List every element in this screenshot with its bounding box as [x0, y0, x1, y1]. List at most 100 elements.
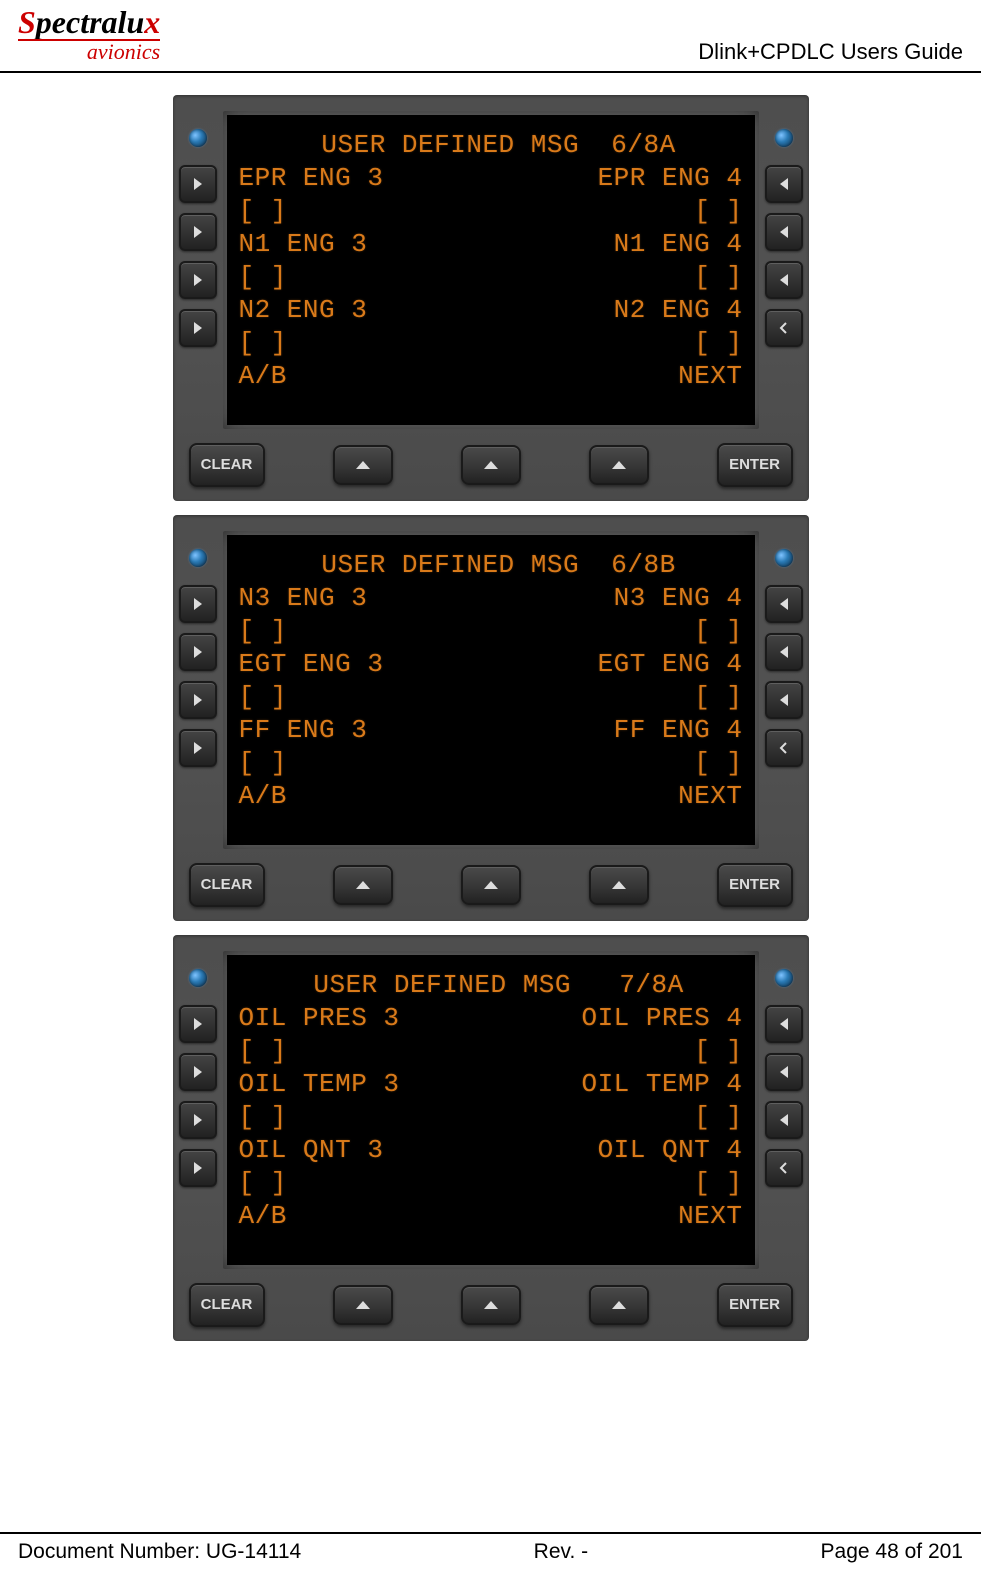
next-label: NEXT — [678, 780, 742, 813]
lsk-right-3[interactable] — [765, 261, 803, 299]
back-chevron-icon — [776, 1160, 792, 1176]
field: [ ] — [694, 261, 742, 294]
up-button-3[interactable] — [589, 865, 649, 905]
lsk-right-2[interactable] — [765, 213, 803, 251]
enter-button[interactable]: ENTER — [717, 1283, 793, 1327]
document-title: Dlink+CPDLC Users Guide — [698, 39, 963, 65]
logo-wordmark: Spectralux — [18, 8, 160, 37]
lsk-left-2[interactable] — [179, 633, 217, 671]
next-label: NEXT — [678, 1200, 742, 1233]
lsk-left-3[interactable] — [179, 261, 217, 299]
label: OIL TEMP 4 — [581, 1068, 742, 1101]
field: [ ] — [239, 1101, 287, 1134]
clear-button[interactable]: CLEAR — [189, 443, 265, 487]
brand-logo: Spectralux avionics — [18, 8, 160, 65]
cdu-device: USER DEFINED MSG 7/8A OIL PRES 3 OIL PRES… — [173, 935, 809, 1341]
label: EGT ENG 4 — [598, 648, 743, 681]
field: [ ] — [694, 747, 742, 780]
lsk-left-1[interactable] — [179, 585, 217, 623]
triangle-up-icon — [610, 459, 628, 471]
screen-title: USER DEFINED MSG 6/8B — [305, 549, 675, 582]
lsk-right-1[interactable] — [765, 1005, 803, 1043]
label: EPR ENG 4 — [598, 162, 743, 195]
label: OIL QNT 3 — [239, 1134, 384, 1167]
cdu-device: USER DEFINED MSG 6/8B N3 ENG 3N3 ENG 4 [… — [173, 515, 809, 921]
screen-title: USER DEFINED MSG 7/8A — [297, 969, 683, 1002]
back-chevron-icon — [776, 740, 792, 756]
field: [ ] — [239, 615, 287, 648]
right-side-keys — [765, 111, 803, 429]
up-button-2[interactable] — [461, 445, 521, 485]
triangle-up-icon — [482, 879, 500, 891]
enter-button[interactable]: ENTER — [717, 863, 793, 907]
ab-label: A/B — [239, 780, 287, 813]
field: [ ] — [239, 1035, 287, 1068]
up-button-2[interactable] — [461, 1285, 521, 1325]
enter-button[interactable]: ENTER — [717, 443, 793, 487]
lsk-left-1[interactable] — [179, 165, 217, 203]
triangle-up-icon — [354, 459, 372, 471]
document-number: Document Number: UG-14114 — [18, 1540, 301, 1564]
screen-title: USER DEFINED MSG 6/8A — [305, 129, 675, 162]
revision: Rev. - — [534, 1540, 588, 1564]
lsk-right-2[interactable] — [765, 1053, 803, 1091]
status-led-icon — [775, 549, 793, 567]
field: [ ] — [694, 1167, 742, 1200]
right-side-keys — [765, 951, 803, 1269]
label: OIL PRES 3 — [239, 1002, 400, 1035]
bottom-key-row: CLEAR ENTER — [179, 849, 803, 909]
lsk-right-4[interactable] — [765, 729, 803, 767]
lsk-left-4[interactable] — [179, 1149, 217, 1187]
lsk-left-2[interactable] — [179, 213, 217, 251]
up-button-2[interactable] — [461, 865, 521, 905]
field: [ ] — [694, 681, 742, 714]
up-button-3[interactable] — [589, 1285, 649, 1325]
lsk-right-3[interactable] — [765, 681, 803, 719]
up-button-1[interactable] — [333, 1285, 393, 1325]
up-button-1[interactable] — [333, 445, 393, 485]
field: [ ] — [239, 747, 287, 780]
status-led-icon — [775, 969, 793, 987]
lsk-left-1[interactable] — [179, 1005, 217, 1043]
field: [ ] — [694, 615, 742, 648]
lsk-right-4[interactable] — [765, 1149, 803, 1187]
right-side-keys — [765, 531, 803, 849]
ab-label: A/B — [239, 1200, 287, 1233]
screen-frame: USER DEFINED MSG 6/8B N3 ENG 3N3 ENG 4 [… — [223, 531, 759, 849]
up-button-1[interactable] — [333, 865, 393, 905]
lsk-right-1[interactable] — [765, 585, 803, 623]
lsk-right-4[interactable] — [765, 309, 803, 347]
logo-subbrand: avionics — [18, 39, 160, 65]
lsk-right-3[interactable] — [765, 1101, 803, 1139]
field: [ ] — [694, 1101, 742, 1134]
display-screen: USER DEFINED MSG 7/8A OIL PRES 3 OIL PRES… — [227, 955, 755, 1265]
clear-button[interactable]: CLEAR — [189, 1283, 265, 1327]
next-label: NEXT — [678, 360, 742, 393]
lsk-left-3[interactable] — [179, 681, 217, 719]
field: [ ] — [239, 195, 287, 228]
screen-frame: USER DEFINED MSG 7/8A OIL PRES 3 OIL PRES… — [223, 951, 759, 1269]
label: EGT ENG 3 — [239, 648, 384, 681]
lsk-left-2[interactable] — [179, 1053, 217, 1091]
page-header: Spectralux avionics Dlink+CPDLC Users Gu… — [0, 0, 981, 73]
triangle-up-icon — [610, 879, 628, 891]
label: OIL PRES 4 — [581, 1002, 742, 1035]
up-button-3[interactable] — [589, 445, 649, 485]
lsk-right-1[interactable] — [765, 165, 803, 203]
triangle-up-icon — [354, 879, 372, 891]
display-screen: USER DEFINED MSG 6/8A EPR ENG 3EPR ENG 4… — [227, 115, 755, 425]
page-footer: Document Number: UG-14114 Rev. - Page 48… — [0, 1532, 981, 1564]
lsk-left-4[interactable] — [179, 309, 217, 347]
clear-button[interactable]: CLEAR — [189, 863, 265, 907]
status-led-icon — [189, 969, 207, 987]
field: [ ] — [694, 327, 742, 360]
lsk-right-2[interactable] — [765, 633, 803, 671]
label: OIL QNT 4 — [598, 1134, 743, 1167]
lsk-left-4[interactable] — [179, 729, 217, 767]
screen-frame: USER DEFINED MSG 6/8A EPR ENG 3EPR ENG 4… — [223, 111, 759, 429]
page-number: Page 48 of 201 — [821, 1540, 963, 1564]
label: N3 ENG 3 — [239, 582, 368, 615]
triangle-up-icon — [354, 1299, 372, 1311]
lsk-left-3[interactable] — [179, 1101, 217, 1139]
field: [ ] — [239, 261, 287, 294]
